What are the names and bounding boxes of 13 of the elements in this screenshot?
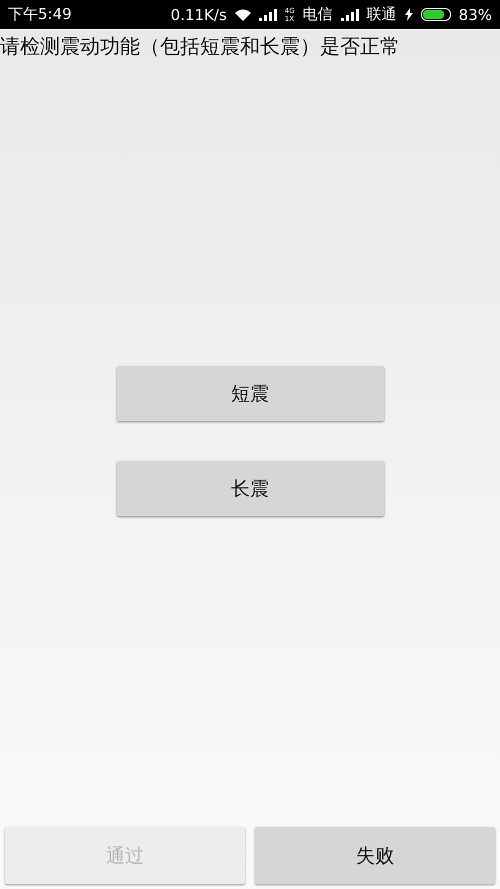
- carrier-name: 联通: [366, 5, 397, 24]
- carrier-name: 电信: [302, 5, 333, 24]
- wifi-icon: [234, 8, 251, 20]
- fail-button[interactable]: 失败: [255, 827, 495, 884]
- signal-icon: [340, 8, 359, 20]
- instruction-text: 请检测震动功能（包括短震和长震）是否正常: [0, 33, 401, 60]
- vibrate-button[interactable]: 长震: [116, 461, 384, 516]
- signal-icon: [258, 8, 277, 20]
- network-speed: 0.11K/s: [170, 6, 227, 24]
- vibrate-button[interactable]: 短震: [116, 366, 384, 421]
- battery-icon: [420, 8, 451, 21]
- battery-percent: 83%: [458, 6, 492, 24]
- clock: 下午5:49: [8, 5, 72, 24]
